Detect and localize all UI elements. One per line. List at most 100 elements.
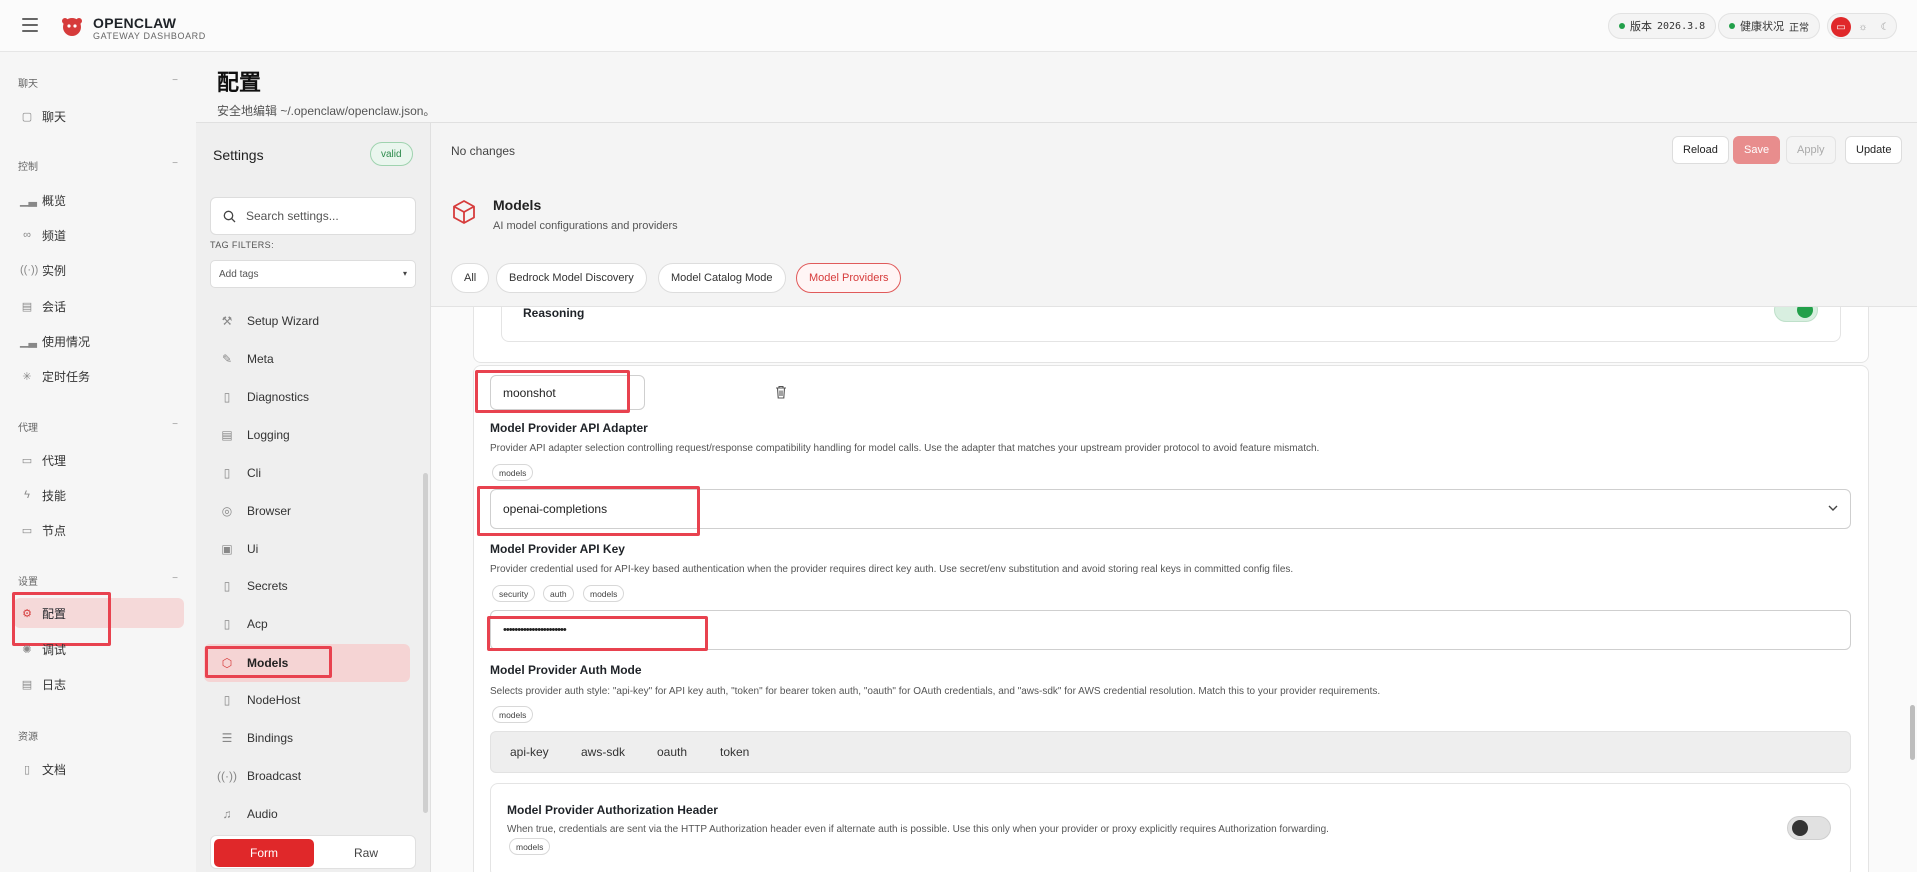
raw-mode-button[interactable]: Raw bbox=[319, 839, 413, 867]
settings-item-browser[interactable]: ◎ Browser bbox=[204, 495, 410, 527]
health-pill: 健康状况 正常 bbox=[1718, 13, 1820, 39]
nav-item-agents[interactable]: ▭ 代理 bbox=[14, 445, 184, 475]
nav-item-docs[interactable]: ▯ 文档 bbox=[14, 754, 184, 784]
file-icon: ▯ bbox=[223, 390, 231, 404]
settings-item-diagnostics[interactable]: ▯ Diagnostics bbox=[204, 381, 410, 413]
nav-item-sessions[interactable]: ▤ 会话 bbox=[14, 291, 184, 321]
reload-button[interactable]: Reload bbox=[1672, 136, 1729, 164]
auth-mode-oauth[interactable]: oauth bbox=[657, 745, 687, 759]
moon-icon[interactable]: ☾ bbox=[1875, 17, 1895, 37]
nav-label: 频道 bbox=[42, 228, 67, 243]
settings-item-label: Bindings bbox=[247, 731, 294, 745]
tag-models: models bbox=[583, 585, 625, 602]
settings-item-acp[interactable]: ▯ Acp bbox=[204, 608, 410, 640]
file-icon: ▯ bbox=[223, 466, 231, 480]
settings-item-ui[interactable]: ▣ Ui bbox=[204, 533, 410, 565]
reasoning-row: Reasoning bbox=[501, 307, 1841, 342]
nav-label: 代理 bbox=[42, 453, 67, 468]
nav-item-channels[interactable]: ∞ 频道 bbox=[14, 220, 184, 250]
settings-item-nodehost[interactable]: ▯ NodeHost bbox=[204, 684, 410, 716]
tag-models: models bbox=[509, 838, 551, 855]
settings-item-label: Setup Wizard bbox=[247, 314, 320, 328]
nav-item-chat[interactable]: ▢ 聊天 bbox=[14, 101, 184, 131]
nav-item-usage[interactable]: ▁▃ 使用情况 bbox=[14, 326, 184, 356]
file-icon: ▯ bbox=[223, 617, 231, 631]
auth-mode-api-key[interactable]: api-key bbox=[510, 745, 549, 759]
page-subtitle: 安全地编辑 ~/.openclaw/openclaw.json。 bbox=[217, 104, 436, 118]
search-placeholder: Search settings... bbox=[246, 209, 339, 223]
section-description: AI model configurations and providers bbox=[493, 220, 678, 232]
nav-section-settings[interactable]: 设置 − bbox=[18, 573, 178, 588]
settings-item-audio[interactable]: ♫ Audio bbox=[204, 798, 410, 830]
tag-models: models bbox=[492, 464, 534, 481]
settings-sidebar: Settings valid Search settings... TAG FI… bbox=[196, 122, 431, 872]
chevron-down-icon bbox=[1828, 505, 1838, 511]
log-icon: ▤ bbox=[21, 678, 33, 691]
collapse-icon[interactable]: − bbox=[172, 419, 178, 430]
menu-icon[interactable] bbox=[22, 18, 38, 32]
health-label: 健康状况 bbox=[1740, 21, 1784, 33]
tab-all[interactable]: All bbox=[451, 263, 490, 293]
status-dot bbox=[1619, 23, 1625, 29]
api-adapter-label: Model Provider API Adapter bbox=[490, 421, 648, 435]
settings-item-secrets[interactable]: ▯ Secrets bbox=[204, 570, 410, 602]
api-key-label: Model Provider API Key bbox=[490, 542, 625, 556]
monitor-icon[interactable]: ▭ bbox=[1831, 17, 1851, 37]
update-button[interactable]: Update bbox=[1845, 136, 1903, 164]
page-title: 配置 bbox=[217, 70, 262, 95]
section-label: 代理 bbox=[18, 423, 38, 434]
auth-header-label: Model Provider Authorization Header bbox=[507, 803, 718, 817]
nav-label: 技能 bbox=[42, 488, 67, 503]
settings-item-meta[interactable]: ✎ Meta bbox=[204, 343, 410, 375]
add-tags-select[interactable]: Add tags ▾ bbox=[210, 260, 416, 288]
caret-down-icon: ▾ bbox=[402, 269, 407, 278]
tab-model-catalog-mode[interactable]: Model Catalog Mode bbox=[658, 263, 786, 293]
nav-item-overview[interactable]: ▁▃ 概览 bbox=[14, 185, 184, 215]
settings-item-label: Acp bbox=[247, 617, 268, 631]
stack-icon: ☰ bbox=[221, 731, 233, 745]
collapse-icon[interactable]: − bbox=[172, 573, 178, 584]
nav-label: 会话 bbox=[42, 299, 67, 314]
highlight-box bbox=[487, 616, 708, 651]
tab-model-providers[interactable]: Model Providers bbox=[796, 263, 902, 293]
collapse-icon[interactable]: − bbox=[172, 158, 178, 169]
search-input[interactable]: Search settings... bbox=[210, 197, 416, 235]
collapse-icon[interactable]: − bbox=[172, 75, 178, 86]
sidebar-scrollbar[interactable] bbox=[423, 473, 428, 813]
apply-button[interactable]: Apply bbox=[1786, 136, 1836, 164]
form-mode-button[interactable]: Form bbox=[214, 839, 314, 867]
reasoning-toggle[interactable] bbox=[1774, 307, 1818, 322]
music-icon: ♫ bbox=[222, 807, 232, 821]
nav-item-debug[interactable]: ✺ 调试 bbox=[14, 634, 184, 664]
save-button[interactable]: Save bbox=[1733, 136, 1781, 164]
settings-item-logging[interactable]: ▤ Logging bbox=[204, 419, 410, 451]
nav-label: 使用情况 bbox=[42, 334, 91, 349]
sun-icon[interactable]: ☼ bbox=[1853, 17, 1873, 37]
nav-item-skills[interactable]: ϟ 技能 bbox=[14, 480, 184, 510]
settings-item-bindings[interactable]: ☰ Bindings bbox=[204, 722, 410, 754]
trash-icon[interactable] bbox=[775, 385, 787, 399]
nav-section-chat[interactable]: 聊天 − bbox=[18, 75, 178, 90]
page-scrollbar[interactable] bbox=[1910, 705, 1915, 760]
settings-item-cli[interactable]: ▯ Cli bbox=[204, 457, 410, 489]
nav-section-control[interactable]: 控制 − bbox=[18, 158, 178, 173]
add-tags-label: Add tags bbox=[219, 269, 259, 280]
nav-item-cron[interactable]: ✳ 定时任务 bbox=[14, 361, 184, 391]
settings-item-label: Secrets bbox=[247, 579, 288, 593]
folder-icon: ▭ bbox=[21, 454, 33, 467]
auth-mode-token[interactable]: token bbox=[720, 745, 749, 759]
auth-header-toggle[interactable] bbox=[1787, 816, 1831, 840]
tab-bedrock-model-discovery[interactable]: Bedrock Model Discovery bbox=[496, 263, 647, 293]
nav-section-resources: 资源 bbox=[18, 728, 178, 743]
nav-section-agents[interactable]: 代理 − bbox=[18, 419, 178, 434]
nav-item-nodes[interactable]: ▭ 节点 bbox=[14, 515, 184, 545]
nav-item-instances[interactable]: ((·)) 实例 bbox=[14, 255, 184, 285]
auth-mode-aws-sdk[interactable]: aws-sdk bbox=[581, 745, 625, 759]
monitor-icon: ▭ bbox=[21, 524, 33, 537]
api-key-desc: Provider credential used for API-key bas… bbox=[490, 564, 1294, 575]
settings-item-setup-wizard[interactable]: ⚒ Setup Wizard bbox=[204, 305, 410, 337]
settings-item-broadcast[interactable]: ((·)) Broadcast bbox=[204, 760, 410, 792]
nav-item-logs[interactable]: ▤ 日志 bbox=[14, 669, 184, 699]
nav-label: 调试 bbox=[42, 642, 67, 657]
settings-item-label: NodeHost bbox=[247, 693, 301, 707]
